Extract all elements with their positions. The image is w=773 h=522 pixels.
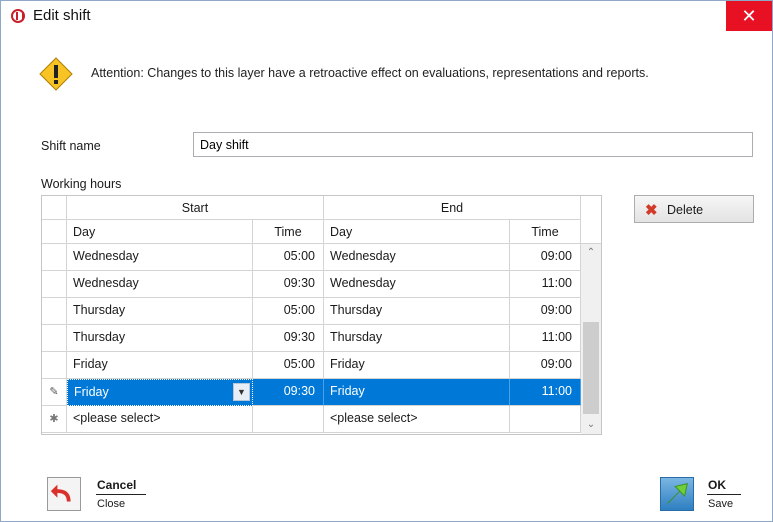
vertical-scrollbar[interactable]: ⌃ ⌄ [581, 244, 601, 434]
row-header-corner [42, 220, 67, 244]
attention-text: Attention: Changes to this layer have a … [91, 66, 649, 80]
close-button[interactable]: ✕ [726, 1, 772, 31]
pencil-icon: ✎ [42, 379, 67, 406]
end-group-header: End [324, 196, 581, 220]
delete-icon: ✖ [645, 202, 658, 219]
table-cell-end-time[interactable]: 11:00 [510, 271, 581, 298]
cancel-subtitle: Close [97, 498, 126, 510]
edit-shift-dialog: Edit shift ✕ Attention: Changes to this … [0, 0, 773, 522]
chevron-down-icon[interactable]: ▼ [233, 383, 250, 401]
table-cell-end-time[interactable]: 09:00 [510, 352, 581, 379]
row-indicator[interactable] [42, 325, 67, 352]
table-cell-start-time[interactable]: 05:00 [253, 352, 324, 379]
table-cell-start-time[interactable]: 09:30 [253, 325, 324, 352]
column-header-end-day[interactable]: Day [324, 220, 510, 244]
row-indicator[interactable] [42, 298, 67, 325]
ok-subtitle: Save [708, 498, 734, 510]
start-day-dropdown[interactable]: Friday ▼ [67, 379, 253, 406]
row-indicator[interactable] [42, 352, 67, 379]
row-indicator[interactable] [42, 244, 67, 271]
ok-button[interactable]: OK [708, 478, 726, 492]
column-header-start-day[interactable]: Day [67, 220, 253, 244]
scroll-thumb[interactable] [583, 322, 599, 414]
table-cell-start-time[interactable]: 05:00 [253, 298, 324, 325]
table-cell-end-day[interactable]: Friday [324, 379, 510, 406]
new-row-start-time[interactable] [253, 406, 324, 433]
working-hours-grid[interactable]: Start End Day Time Day Time Wednesday 05… [41, 195, 602, 435]
scroll-down-icon[interactable]: ⌄ [581, 416, 601, 434]
cancel-button[interactable]: Cancel [97, 478, 136, 492]
new-row-end-day[interactable]: <please select> [324, 406, 510, 433]
table-cell-end-day[interactable]: Wednesday [324, 244, 510, 271]
table-cell-start-time[interactable]: 05:00 [253, 244, 324, 271]
cancel-icon[interactable] [47, 477, 81, 511]
ok-icon[interactable] [660, 477, 694, 511]
scroll-up-icon[interactable]: ⌃ [581, 244, 601, 262]
row-indicator[interactable] [42, 271, 67, 298]
table-cell-start-day[interactable]: Wednesday [67, 244, 253, 271]
grid-corner [42, 196, 67, 220]
warning-icon [39, 57, 73, 91]
table-cell-end-day[interactable]: Wednesday [324, 271, 510, 298]
grid-header-filler [581, 196, 601, 244]
delete-button[interactable]: ✖ Delete [634, 195, 754, 223]
shift-name-label: Shift name [41, 139, 101, 153]
start-group-header: Start [67, 196, 324, 220]
table-cell-start-time[interactable]: 09:30 [253, 271, 324, 298]
window-title: Edit shift [33, 7, 91, 24]
shift-name-input[interactable] [193, 132, 753, 157]
table-cell-start-day[interactable]: Friday [67, 352, 253, 379]
table-cell-end-time[interactable]: 09:00 [510, 298, 581, 325]
table-cell-end-time[interactable]: 09:00 [510, 244, 581, 271]
table-cell-start-day[interactable]: Wednesday [67, 271, 253, 298]
working-hours-label: Working hours [41, 177, 122, 191]
start-day-dropdown-value: Friday [74, 385, 109, 399]
column-header-end-time[interactable]: Time [510, 220, 581, 244]
table-cell-end-day[interactable]: Thursday [324, 325, 510, 352]
new-row-start-day[interactable]: <please select> [67, 406, 253, 433]
column-header-start-time[interactable]: Time [253, 220, 324, 244]
table-cell-end-time[interactable]: 11:00 [510, 325, 581, 352]
table-cell-end-day[interactable]: Thursday [324, 298, 510, 325]
new-row-end-time[interactable] [510, 406, 581, 433]
table-cell-start-time[interactable]: 09:30 [253, 379, 324, 406]
title-bar: Edit shift ✕ [1, 1, 772, 31]
table-cell-start-day[interactable]: Thursday [67, 325, 253, 352]
ok-divider [707, 494, 741, 495]
cancel-divider [96, 494, 146, 495]
delete-button-label: Delete [667, 203, 704, 217]
new-row-icon: ✱ [42, 406, 67, 433]
table-cell-end-time[interactable]: 11:00 [510, 379, 581, 406]
table-cell-start-day[interactable]: Thursday [67, 298, 253, 325]
app-logo-icon [11, 9, 25, 23]
table-cell-end-day[interactable]: Friday [324, 352, 510, 379]
